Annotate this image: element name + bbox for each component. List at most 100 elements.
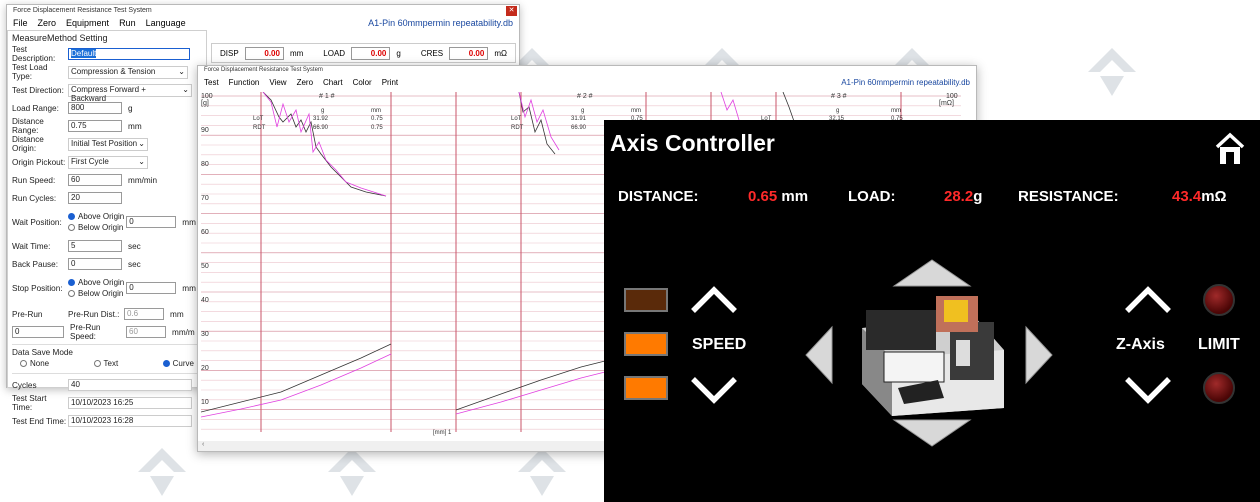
- radio-label: Below Origin: [78, 223, 124, 232]
- limit-upper-indicator: [1203, 284, 1235, 316]
- menu-bar: Test Function View Zero Chart Color Prin…: [198, 76, 976, 88]
- mid-col-g: g: [581, 108, 584, 114]
- test-direction-select[interactable]: Compress Forward + Backward ⌄: [68, 83, 192, 103]
- speed-level-mid-button[interactable]: [624, 332, 668, 356]
- menu-function[interactable]: Function: [229, 78, 260, 87]
- pre-run-dist-input[interactable]: 0.6: [124, 308, 164, 320]
- home-icon[interactable]: [1214, 132, 1246, 171]
- label: Run Speed:: [12, 175, 56, 185]
- row-label-lot: LoT: [511, 116, 522, 122]
- chevron-down-icon: ⌄: [178, 66, 185, 76]
- axis-controller-title: Axis Controller: [610, 130, 775, 156]
- chevron-down-icon: ⌄: [138, 156, 145, 166]
- col-header-mm: mm: [371, 108, 381, 114]
- resistance-unit: mΩ: [1201, 188, 1227, 205]
- back-pause-input[interactable]: 0: [68, 258, 122, 270]
- y-unit-label: [g]: [201, 100, 209, 107]
- distance-unit: mm: [781, 188, 809, 205]
- cres-unit: mΩ: [494, 48, 507, 58]
- pre-run-speed-input[interactable]: 60: [126, 326, 166, 338]
- watermark-logo: [1080, 40, 1144, 104]
- label: Test Description:: [12, 45, 56, 63]
- y-tick-label: 80: [201, 161, 209, 168]
- radio-text[interactable]: [93, 360, 101, 367]
- menu-equipment[interactable]: Equipment: [66, 18, 109, 28]
- menu-chart[interactable]: Chart: [323, 78, 343, 87]
- z-axis-label: Z-Axis: [1116, 336, 1165, 353]
- label: Wait Time:: [12, 241, 51, 251]
- label: Test Start Time:: [12, 394, 47, 412]
- pre-run-input[interactable]: 0: [12, 326, 64, 338]
- menu-file[interactable]: File: [13, 18, 28, 28]
- menu-print[interactable]: Print: [382, 78, 398, 87]
- label: Test Direction:: [12, 85, 64, 95]
- limit-label: LIMIT: [1198, 336, 1240, 353]
- select-value: First Cycle: [71, 156, 109, 166]
- select-value: Compress Forward + Backward: [71, 84, 146, 103]
- load-range-input[interactable]: 800: [68, 102, 122, 114]
- wait-time-input[interactable]: 5: [68, 240, 122, 252]
- menu-run[interactable]: Run: [119, 18, 136, 28]
- radio-none[interactable]: [20, 360, 27, 367]
- menu-color[interactable]: Color: [353, 78, 372, 87]
- radio-below-origin[interactable]: [68, 290, 75, 297]
- label: Origin Pickout:: [12, 157, 66, 167]
- menu-test[interactable]: Test: [204, 78, 219, 87]
- rdt-mm: 0.75: [371, 125, 383, 131]
- speed-up-button[interactable]: [690, 284, 738, 319]
- row-label-rdt: RDT: [511, 125, 524, 131]
- speed-label: SPEED: [692, 336, 747, 353]
- y-tick-label: 70: [201, 195, 209, 202]
- speed-level-low-button[interactable]: [624, 288, 668, 312]
- z-down-button[interactable]: [1124, 376, 1172, 411]
- db-filename: A1-Pin 60mmpermin repeatability.db: [368, 18, 513, 28]
- menu-language[interactable]: Language: [146, 18, 186, 28]
- z-up-button[interactable]: [1124, 284, 1172, 319]
- close-icon[interactable]: ✕: [506, 6, 517, 16]
- right-y-unit: [mΩ]: [939, 100, 954, 107]
- y-tick-label: 40: [201, 297, 209, 304]
- distance-range-input[interactable]: 0.75: [68, 120, 122, 132]
- menu-view[interactable]: View: [269, 78, 286, 87]
- load-unit: g: [973, 188, 983, 205]
- wait-position-input[interactable]: 0: [126, 216, 177, 228]
- section-title: MeasureMethod Setting: [12, 33, 108, 43]
- radio-above-origin[interactable]: [68, 213, 75, 220]
- rdt-g: 66.90: [313, 125, 329, 131]
- unit: mm: [170, 309, 184, 319]
- unit: sec: [128, 241, 141, 251]
- load-unit: g: [396, 48, 401, 58]
- run-speed-input[interactable]: 60: [68, 174, 122, 186]
- radio-curve[interactable]: [162, 360, 170, 367]
- chevron-down-icon: ⌄: [138, 138, 145, 148]
- y-back-button[interactable]: [892, 418, 972, 453]
- radio-label: Below Origin: [78, 289, 124, 298]
- origin-pickout-select[interactable]: First Cycle ⌄: [68, 155, 148, 169]
- x-left-button[interactable]: [804, 325, 834, 390]
- disp-unit: mm: [289, 48, 304, 58]
- test-description-input[interactable]: Default: [71, 49, 97, 58]
- load-value: 0.00: [351, 46, 391, 60]
- menu-zero[interactable]: Zero: [297, 78, 313, 87]
- test-load-type-select[interactable]: Compression & Tension ⌄: [68, 65, 188, 79]
- radio-above-origin[interactable]: [68, 279, 75, 286]
- window-title: Force Displacement Resistance Test Syste…: [13, 7, 152, 14]
- unit: mm: [182, 283, 196, 293]
- window-titlebar: Force Displacement Resistance Test Syste…: [7, 5, 519, 16]
- stop-position-input[interactable]: 0: [126, 282, 177, 294]
- label: Back Pause:: [12, 259, 58, 269]
- label: Load Range:: [12, 103, 59, 113]
- x-right-button[interactable]: [1024, 325, 1054, 390]
- unit: g: [128, 103, 133, 113]
- speed-down-button[interactable]: [690, 376, 738, 411]
- curve-backward-4: [518, 92, 560, 151]
- curve-backward-1: [262, 92, 387, 197]
- menu-zero[interactable]: Zero: [38, 18, 57, 28]
- resistance-label: RESISTANCE:: [1018, 188, 1119, 205]
- run-cycles-input[interactable]: 20: [68, 192, 122, 204]
- axis-controller-panel: Axis Controller DISTANCE: 0.65 mm LOAD: …: [604, 120, 1260, 502]
- speed-level-high-button[interactable]: [624, 376, 668, 400]
- distance-origin-select[interactable]: Initial Test Position ⌄: [68, 137, 148, 151]
- radio-below-origin[interactable]: [68, 224, 75, 231]
- label: Pre-Run Dist.:: [68, 309, 120, 319]
